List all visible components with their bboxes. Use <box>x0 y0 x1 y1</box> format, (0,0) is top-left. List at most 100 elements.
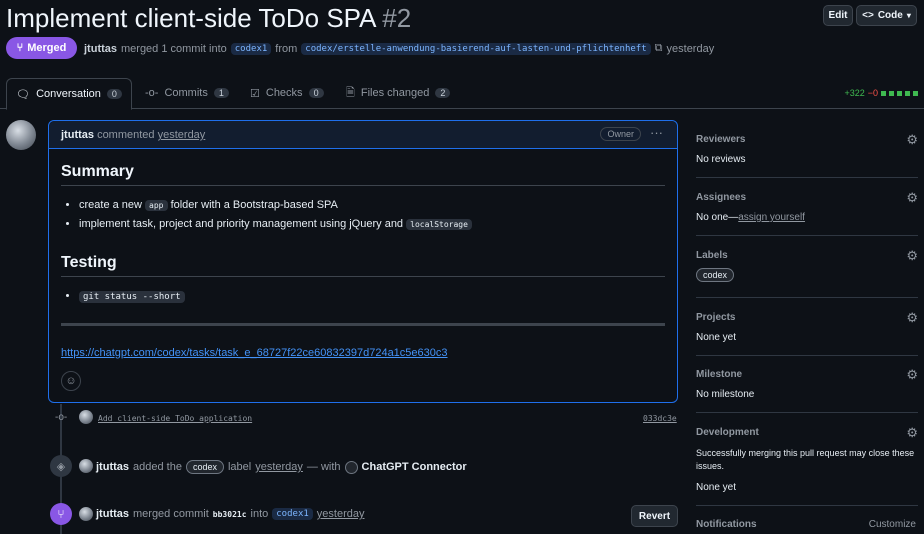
tab-files-changed[interactable]: 🗎 Files changed 2 <box>346 78 451 108</box>
commit-message-link[interactable]: Add client-side ToDo application <box>98 414 252 423</box>
code-icon: <> <box>862 10 874 21</box>
diff-square <box>913 90 918 96</box>
tab-count: 0 <box>308 88 324 98</box>
gear-icon[interactable]: ⚙ <box>906 190 918 206</box>
event-time[interactable]: yesterday <box>255 461 303 473</box>
event-actor[interactable]: jtuttas <box>96 461 129 473</box>
merge-commit-sha[interactable]: bb3021c <box>213 510 247 519</box>
sidebar-value: None yet <box>696 332 737 343</box>
divider <box>696 177 918 178</box>
from-text: from <box>275 42 298 55</box>
list-item: git status --short <box>79 290 185 303</box>
testing-heading: Testing <box>61 254 117 271</box>
copy-icon[interactable]: ⧉ <box>655 42 663 55</box>
sidebar-reviewers[interactable]: Reviewers ⚙ No reviews <box>696 132 918 165</box>
comment-icon: 🗨 <box>16 88 31 101</box>
merge-event-icon: ⑂ <box>50 503 72 525</box>
development-text: Successfully merging this pull request m… <box>696 448 915 471</box>
diff-deletions: −0 <box>867 88 878 98</box>
avatar[interactable] <box>79 410 93 424</box>
tab-label: Conversation <box>36 88 101 100</box>
tab-label: Commits <box>164 87 208 99</box>
label-pill[interactable]: codex <box>696 268 735 282</box>
tab-commits[interactable]: -o- Commits 1 <box>145 78 229 108</box>
commit-sha-link[interactable]: 033dc3e <box>643 414 677 423</box>
tag-glyph: ◈ <box>56 460 66 473</box>
inline-code: localStorage <box>406 219 472 230</box>
kebab-menu-icon[interactable]: ··· <box>650 125 663 140</box>
commit-dot-icon: -o- <box>55 412 68 423</box>
heading-rule <box>61 276 665 277</box>
sidebar-development[interactable]: Development ⚙ Successfully merging this … <box>696 425 918 493</box>
revert-button-label: Revert <box>638 510 671 522</box>
avatar[interactable] <box>6 120 36 150</box>
owner-badge: Owner <box>600 127 641 141</box>
diff-additions: +322 <box>844 88 865 98</box>
tag-icon: ◈ <box>50 455 72 477</box>
edit-button-label: Edit <box>828 10 848 21</box>
tab-count: 1 <box>213 88 229 98</box>
event-time[interactable]: yesterday <box>317 508 365 520</box>
sidebar-heading: Projects <box>696 312 736 323</box>
tab-count: 2 <box>435 88 451 98</box>
list-item: implement task, project and priority man… <box>79 218 679 230</box>
gear-icon[interactable]: ⚙ <box>906 310 918 326</box>
gear-icon[interactable]: ⚙ <box>906 248 918 264</box>
sidebar-milestone[interactable]: Milestone ⚙ No milestone <box>696 367 918 400</box>
pr-meta: jtuttas merged 1 commit into codex1 from… <box>84 42 714 55</box>
divider <box>696 235 918 236</box>
diffstat: +322 −0 <box>844 88 918 98</box>
smiley-icon: ☺ <box>65 375 77 387</box>
diff-square <box>905 90 910 96</box>
event-text: into <box>250 508 269 520</box>
diff-square <box>881 90 886 96</box>
diff-square <box>897 90 902 96</box>
codex-task-link[interactable]: https://chatgpt.com/codex/tasks/task_e_6… <box>61 347 448 359</box>
comment-box: jtuttas commented yesterday Owner ··· Su… <box>48 120 678 403</box>
sidebar-notifications: Notifications Customize <box>696 519 918 530</box>
comment-author[interactable]: jtuttas <box>61 129 94 141</box>
edit-button[interactable]: Edit <box>823 5 853 26</box>
sidebar-labels[interactable]: Labels ⚙ codex <box>696 248 918 282</box>
label-event: jtuttas added the codex label yesterday … <box>96 460 467 474</box>
status-badge: ⑂ Merged <box>6 37 77 59</box>
list-item-text: folder with a Bootstrap-based SPA <box>170 199 338 211</box>
comment-verb: commented <box>97 129 155 141</box>
sidebar-assignees[interactable]: Assignees ⚙ No one—assign yourself <box>696 190 918 223</box>
tab-label: Files changed <box>360 87 430 99</box>
merge-event: jtuttas merged commit bb3021c into codex… <box>96 508 364 520</box>
divider <box>696 355 918 356</box>
tab-checks[interactable]: ☑ Checks 0 <box>250 78 324 108</box>
list-item-text: implement task, project and priority man… <box>79 218 404 230</box>
sidebar-value: No milestone <box>696 389 755 400</box>
merge-icon: ⑂ <box>16 42 24 54</box>
code-button[interactable]: <> Code ▾ <box>856 5 917 26</box>
revert-button[interactable]: Revert <box>631 505 678 527</box>
divider <box>696 505 918 506</box>
summary-list: create a new app folder with a Bootstrap… <box>61 199 679 237</box>
base-branch[interactable]: codex1 <box>272 508 313 520</box>
sidebar-projects[interactable]: Projects ⚙ None yet <box>696 310 918 343</box>
base-branch[interactable]: codex1 <box>230 42 272 55</box>
event-text: label <box>227 461 252 473</box>
head-branch[interactable]: codex/erstelle-anwendung-basierend-auf-l… <box>301 42 651 55</box>
sidebar-heading: Reviewers <box>696 134 746 145</box>
merge-text: merged 1 commit into <box>121 42 227 55</box>
gear-icon[interactable]: ⚙ <box>906 425 918 441</box>
add-reaction-button[interactable]: ☺ <box>61 371 81 391</box>
assign-yourself-link[interactable]: assign yourself <box>738 212 805 223</box>
gear-icon[interactable]: ⚙ <box>906 367 918 383</box>
label-pill[interactable]: codex <box>185 460 224 474</box>
gear-icon[interactable]: ⚙ <box>906 132 918 148</box>
customize-link[interactable]: Customize <box>869 519 916 530</box>
avatar[interactable] <box>79 459 93 473</box>
avatar[interactable] <box>79 507 93 521</box>
page-title: Implement client-side ToDo SPA #2 <box>6 3 411 34</box>
author-link[interactable]: jtuttas <box>84 43 117 55</box>
tab-conversation[interactable]: 🗨 Conversation 0 <box>6 78 132 110</box>
app-name[interactable]: ChatGPT Connector <box>362 461 467 473</box>
comment-time[interactable]: yesterday <box>158 129 206 141</box>
pr-number: #2 <box>382 3 412 33</box>
event-actor[interactable]: jtuttas <box>96 508 129 520</box>
file-diff-icon: 🗎 <box>346 86 355 99</box>
